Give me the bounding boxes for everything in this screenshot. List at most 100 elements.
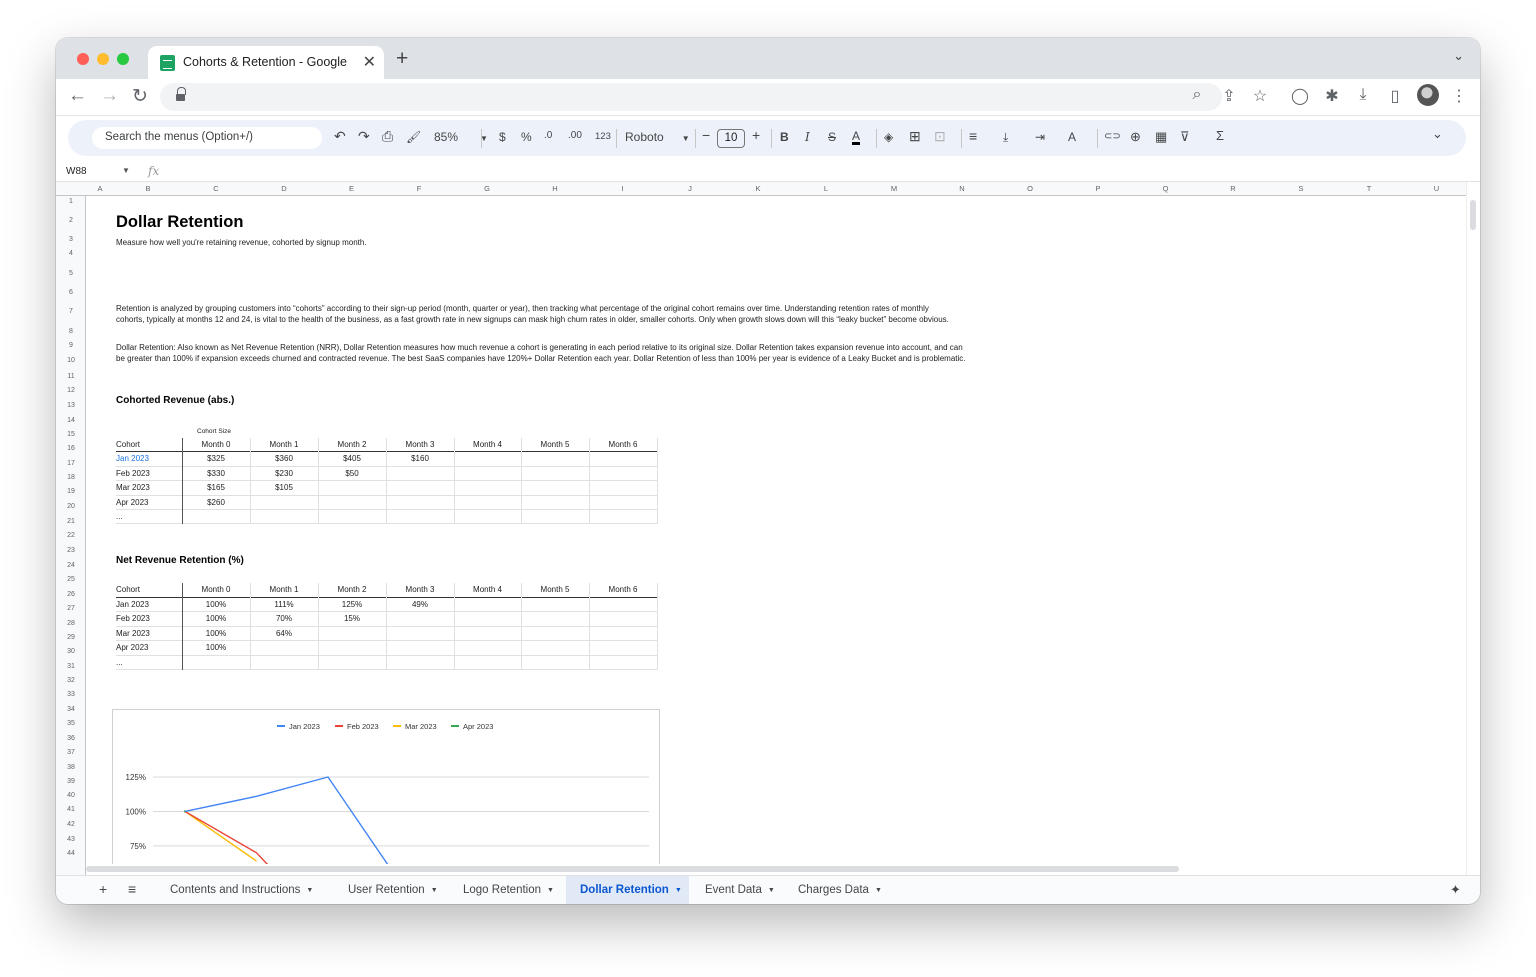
add-sheet-button[interactable]: + xyxy=(99,876,107,904)
table-header-cell: Month 0 xyxy=(201,585,231,594)
horizontal-align-icon[interactable]: ≡ xyxy=(969,128,977,144)
collapse-toolbar-icon[interactable]: ⌄ xyxy=(1432,126,1443,142)
sheet-tab[interactable]: Event Data ▼ xyxy=(691,876,782,904)
increase-font-size-button[interactable]: + xyxy=(752,127,760,143)
sheet-tab[interactable]: Contents and Instructions ▼ xyxy=(156,876,326,904)
sheet-content: Dollar Retention Measure how well you're… xyxy=(56,182,1466,875)
formula-bar: W88 ▼ fx xyxy=(56,163,1480,182)
table-gridline xyxy=(318,583,319,670)
number-format-button[interactable]: 123 xyxy=(595,131,611,142)
paragraph-line: Retention is analyzed by grouping custom… xyxy=(116,304,929,313)
filter-icon[interactable]: ⊽ xyxy=(1180,129,1190,145)
name-box[interactable]: W88 xyxy=(66,166,87,177)
merge-cells-icon[interactable]: ⊡ xyxy=(934,128,946,145)
horizontal-scrollbar[interactable] xyxy=(86,864,1466,875)
font-select[interactable]: Roboto ▼ xyxy=(625,130,690,144)
vertical-scroll-thumb[interactable] xyxy=(1470,200,1476,230)
fill-color-icon[interactable]: ◈ xyxy=(884,130,893,144)
extension-circle-icon[interactable]: ◯ xyxy=(1289,86,1311,106)
tab-search-icon[interactable]: ⌄ xyxy=(1453,48,1464,64)
table-header-cell: Month 1 xyxy=(269,440,299,449)
increase-decimal-button[interactable]: .00 xyxy=(568,130,582,141)
bookmark-star-icon[interactable]: ☆ xyxy=(1249,86,1271,106)
sheet-tab-caret-icon[interactable]: ▼ xyxy=(547,887,554,894)
zoom-select[interactable]: 85% ▼ xyxy=(434,130,488,144)
reload-button[interactable]: ↻ xyxy=(132,85,148,108)
more-menu-icon[interactable]: ⋮ xyxy=(1448,86,1470,106)
font-value: Roboto xyxy=(625,130,664,144)
cohort-size-label: Cohort Size xyxy=(197,428,231,435)
back-button[interactable]: ← xyxy=(68,85,87,107)
insert-comment-icon[interactable]: ⊕ xyxy=(1130,129,1141,145)
decrease-decimal-button[interactable]: .0 xyxy=(544,130,552,141)
sheet-title: Dollar Retention xyxy=(116,213,244,231)
maximize-window-button[interactable] xyxy=(117,53,129,65)
nrr-line-chart[interactable]: 25%50%75%100%125%Jan 2023Feb 2023Mar 202… xyxy=(112,709,660,875)
vertical-align-icon[interactable]: ⤓ xyxy=(1003,130,1008,145)
close-tab-icon[interactable]: ✕ xyxy=(363,52,376,72)
currency-format-button[interactable]: $ xyxy=(499,130,506,144)
font-size-input[interactable]: 10 xyxy=(717,129,745,148)
profile-avatar[interactable] xyxy=(1417,84,1439,106)
sheet-tab[interactable]: Dollar Retention ▼ xyxy=(566,876,689,904)
table-cell: $330 xyxy=(207,468,225,478)
bold-button[interactable]: B xyxy=(780,130,789,144)
table-header-cell: Month 5 xyxy=(540,440,570,449)
table-header-cell: Month 6 xyxy=(608,585,638,594)
functions-icon[interactable]: Σ xyxy=(1216,128,1224,143)
insert-chart-icon[interactable]: ▦ xyxy=(1155,129,1167,145)
table-cell: $230 xyxy=(275,468,293,478)
print-icon[interactable]: ⎙ xyxy=(382,128,393,145)
horizontal-scroll-thumb[interactable] xyxy=(86,866,1179,872)
sheet-tab-caret-icon[interactable]: ▼ xyxy=(875,887,882,894)
new-tab-button[interactable]: + xyxy=(396,47,408,71)
redo-icon[interactable]: ↷ xyxy=(358,128,370,145)
side-panel-icon[interactable]: ▯ xyxy=(1384,86,1406,106)
table-cell: $325 xyxy=(207,454,225,464)
vertical-scrollbar[interactable] xyxy=(1466,182,1480,875)
zoom-value: 85% xyxy=(434,130,459,144)
sheet-tab[interactable]: User Retention ▼ xyxy=(334,876,447,904)
borders-icon[interactable]: ⊞ xyxy=(909,128,921,145)
text-color-button[interactable]: A xyxy=(852,130,861,145)
download-icon[interactable]: ⤓ xyxy=(1352,86,1374,104)
menu-search-input[interactable]: Search the menus (Option+/) xyxy=(92,127,322,149)
paint-format-icon[interactable]: 🖌 xyxy=(406,130,421,144)
strikethrough-button[interactable]: S xyxy=(828,130,836,144)
table-header-cell: Month 6 xyxy=(608,440,638,449)
table-cell: 111% xyxy=(274,599,294,609)
table-gridline xyxy=(386,583,387,670)
cohort-label[interactable]: Jan 2023 xyxy=(116,454,149,463)
fx-icon: fx xyxy=(148,164,160,178)
omnibox[interactable] xyxy=(160,83,1222,111)
zoom-icon[interactable]: ⌕ xyxy=(1186,86,1208,104)
minimize-window-button[interactable] xyxy=(97,53,109,65)
cohort-label: Jan 2023 xyxy=(116,599,149,609)
text-wrap-icon[interactable]: ⇥ xyxy=(1035,130,1045,144)
text-rotation-icon[interactable]: A xyxy=(1068,130,1076,144)
table-cell: 100% xyxy=(205,628,227,638)
sheet-tab-caret-icon[interactable]: ▼ xyxy=(768,887,775,894)
extensions-puzzle-icon[interactable]: ✱ xyxy=(1321,86,1343,106)
all-sheets-button[interactable]: ≡ xyxy=(128,876,136,904)
percent-format-button[interactable]: % xyxy=(521,130,532,144)
decrease-font-size-button[interactable]: − xyxy=(702,127,710,143)
explore-icon[interactable]: ✦ xyxy=(1450,876,1461,904)
sheet-tab[interactable]: Charges Data ▼ xyxy=(784,876,884,904)
browser-tab[interactable]: Cohorts & Retention - Google Sheets ✕ xyxy=(148,46,384,79)
cohort-label: Feb 2023 xyxy=(116,614,150,623)
sheet-tab-caret-icon[interactable]: ▼ xyxy=(675,887,682,894)
italic-button[interactable]: I xyxy=(805,130,810,144)
sheet-tab-label: Charges Data xyxy=(798,884,869,896)
sheet-tab[interactable]: Logo Retention ▼ xyxy=(449,876,564,904)
spreadsheet-grid[interactable]: ABCDEFGHIJKLMNOPQRSTU 1 2 3 4 5 6 7 8 9 10 11 12 13 1… xyxy=(56,182,1480,875)
cohort-label: Mar 2023 xyxy=(116,628,150,638)
undo-icon[interactable]: ↶ xyxy=(334,128,346,145)
share-icon[interactable]: ⇪ xyxy=(1218,86,1240,106)
forward-button[interactable]: → xyxy=(100,85,119,107)
insert-link-icon[interactable]: ⊂⊃ xyxy=(1104,131,1121,142)
sheet-tab-caret-icon[interactable]: ▼ xyxy=(431,887,438,894)
sheet-tab-caret-icon[interactable]: ▼ xyxy=(306,887,313,894)
close-window-button[interactable] xyxy=(77,53,89,65)
name-box-caret-icon[interactable]: ▼ xyxy=(122,166,130,175)
